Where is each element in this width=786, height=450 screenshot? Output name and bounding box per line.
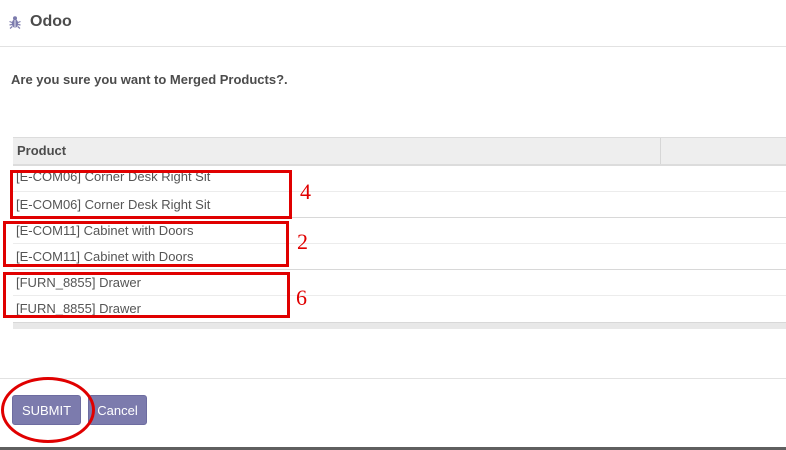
annotation-box-group-2 [3,221,289,267]
bug-icon[interactable] [8,14,22,30]
footer-divider [0,378,786,379]
dialog-header: Odoo [0,0,786,47]
annotation-count-2: 2 [297,229,308,254]
column-header-product[interactable]: Product [13,138,661,164]
merge-products-dialog: Odoo Are you sure you want to Merged Pro… [0,0,786,450]
annotation-count-3: 6 [296,285,307,310]
annotation-box-group-3 [3,272,290,318]
annotation-count-1: 4 [300,179,311,204]
app-title: Odoo [30,13,72,30]
annotation-box-group-1 [10,170,292,219]
annotation-circle-submit [1,377,95,443]
table-header: Product [13,138,786,166]
cancel-button[interactable]: Cancel [88,395,147,425]
confirmation-question: Are you sure you want to Merged Products… [11,72,288,87]
table-footer [13,322,786,329]
